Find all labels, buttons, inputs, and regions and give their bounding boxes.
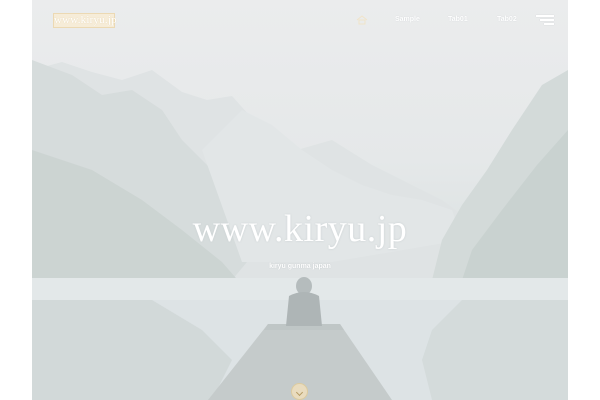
scroll-down-button[interactable] [291, 383, 308, 400]
hero-title: www.kiryu.jp [192, 208, 408, 250]
hamburger-menu-icon[interactable] [536, 13, 554, 27]
home-icon[interactable] [356, 15, 368, 25]
hero-subtitle: kiryu gunma japan [269, 263, 331, 270]
page: www.kiryu.jp Sample Tab01 Tab02 www.kiry… [0, 0, 600, 400]
site-logo[interactable]: www.kiryu.jp [53, 13, 117, 28]
nav-item-sample[interactable]: Sample [395, 16, 420, 23]
hero-section: www.kiryu.jp Sample Tab01 Tab02 www.kiry… [32, 0, 568, 400]
chevron-down-icon [295, 388, 304, 397]
nav-item-tab02[interactable]: Tab02 [497, 16, 517, 23]
nav-item-tab01[interactable]: Tab01 [448, 16, 468, 23]
hero-background-image [32, 60, 568, 400]
